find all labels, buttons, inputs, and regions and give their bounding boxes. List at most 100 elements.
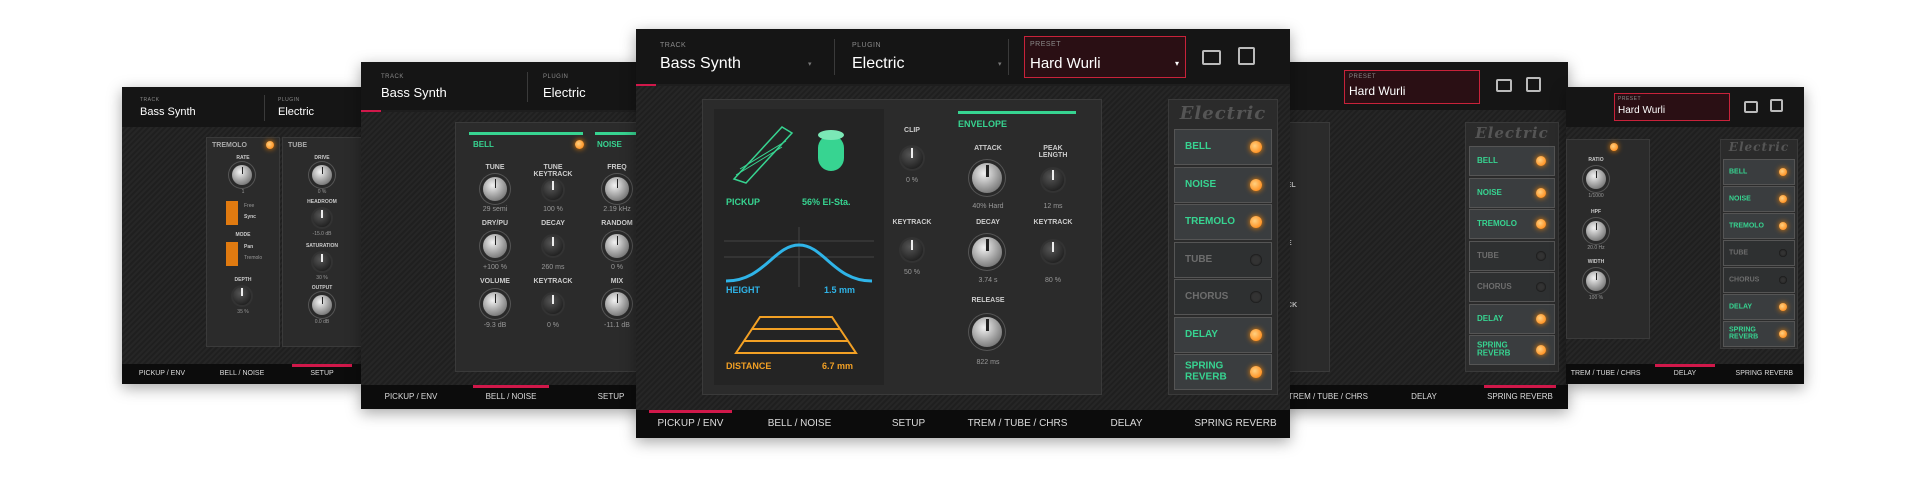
effect-label: TUBE — [1477, 250, 1499, 260]
effect-label: NOISE — [1185, 178, 1217, 190]
effect-toggle-chorus[interactable]: CHORUS — [1174, 279, 1272, 315]
effect-label: DELAY — [1185, 328, 1218, 340]
effect-toggle-tube[interactable]: TUBE — [1723, 240, 1795, 266]
effect-label: BELL — [1729, 168, 1748, 176]
tab-bell-noise[interactable]: BELL / NOISE — [202, 364, 282, 384]
effect-toggle-bell[interactable]: BELL — [1174, 129, 1272, 165]
pickup-keytrack-knob[interactable] — [901, 239, 923, 261]
tab-trem-tube-chrs[interactable]: TREM / TUBE / CHRS — [1566, 364, 1645, 384]
attack-knob[interactable] — [972, 163, 1002, 193]
env-keytrack-label: KEYTRACK — [1033, 219, 1073, 226]
tab-trem-tube-chrs[interactable]: TREM / TUBE / CHRS — [963, 410, 1072, 438]
effect-toggle-spring-reverb[interactable]: SPRING REVERB — [1174, 354, 1272, 390]
track-label: TRACK — [140, 97, 160, 103]
effect-label: TUBE — [1729, 249, 1749, 257]
effect-toggle-spring-reverb[interactable]: SPRING REVERB — [1723, 321, 1795, 347]
release-knob[interactable] — [972, 317, 1002, 347]
distance-value: 6.7 mm — [822, 361, 854, 371]
led-on-icon — [1250, 328, 1262, 341]
pickup-keytrack-value: 50 % — [904, 269, 920, 276]
led-on-icon — [1536, 345, 1546, 355]
output-knob[interactable] — [312, 295, 332, 315]
bell-section: BELL TUNE 29 semi TUNE KEYTRACK 100 % DR… — [455, 122, 661, 372]
plugin-value[interactable]: Electric — [852, 55, 904, 73]
drive-knob[interactable] — [312, 165, 332, 185]
led-on-icon — [1536, 313, 1546, 324]
tab-pickup-env[interactable]: PICKUP / ENV — [636, 410, 745, 438]
led-on-icon — [1779, 222, 1787, 230]
release-value: 822 ms — [976, 359, 1000, 366]
track-value[interactable]: Bass Synth — [140, 106, 196, 118]
tab-delay[interactable]: DELAY — [1072, 410, 1181, 438]
peak-length-value: 12 ms — [1043, 203, 1063, 210]
tab-delay[interactable]: DELAY — [1376, 385, 1472, 409]
effect-toggle-bell[interactable]: BELL — [1723, 159, 1795, 185]
tab-pickup-env[interactable]: PICKUP / ENV — [361, 385, 461, 409]
effect-toggle-tremolo[interactable]: TREMOLO — [1723, 213, 1795, 239]
save-icon[interactable] — [1526, 77, 1541, 92]
effect-toggle-noise[interactable]: NOISE — [1174, 166, 1272, 203]
track-label: TRACK — [660, 42, 687, 49]
effect-toggle-delay[interactable]: DELAY — [1723, 294, 1795, 320]
tab-bar: PICKUP / ENV BELL / NOISE SETUP TREM / T… — [636, 410, 1290, 438]
clip-value: 0 % — [905, 177, 919, 184]
folder-icon[interactable] — [1744, 101, 1758, 113]
pickup-material: 56% El-Sta. — [802, 197, 851, 207]
effect-toggle-delay[interactable]: DELAY — [1469, 303, 1555, 334]
effect-toggle-noise[interactable]: NOISE — [1723, 186, 1795, 212]
effect-label: SPRING REVERB — [1477, 340, 1511, 358]
effect-toggle-chorus[interactable]: CHORUS — [1469, 272, 1555, 302]
effect-toggle-tremolo[interactable]: TREMOLO — [1469, 209, 1555, 239]
rate-knob[interactable] — [232, 165, 252, 185]
effect-label: BELL — [1477, 155, 1498, 165]
effect-label: DELAY — [1477, 313, 1504, 323]
effect-label: CHORUS — [1185, 290, 1229, 302]
folder-icon[interactable] — [1202, 50, 1221, 65]
effects-list: Electric BELL NOISE TREMOLO TUBE CHORUS DELAY… — [1168, 99, 1278, 395]
decay-knob[interactable] — [972, 237, 1002, 267]
peak-length-knob[interactable] — [1042, 169, 1064, 191]
track-value[interactable]: Bass Synth — [660, 55, 741, 73]
folder-icon[interactable] — [1496, 79, 1512, 92]
led-on-icon — [1779, 168, 1787, 176]
distance-graphic — [734, 316, 858, 354]
tab-setup[interactable]: SETUP — [282, 364, 362, 384]
preset-selector[interactable]: PRESET Hard Wurli ▾ — [1024, 36, 1186, 78]
screenshot-far-left: TRACK Bass Synth PLUGIN Electric TREMOLO… — [122, 87, 362, 384]
release-label: RELEASE — [971, 297, 1005, 304]
tab-setup[interactable]: SETUP — [854, 410, 963, 438]
tab-spring-reverb[interactable]: SPRING REVERB — [1725, 364, 1804, 384]
tab-spring-reverb[interactable]: SPRING REVERB — [1472, 385, 1568, 409]
led-on-icon — [1250, 216, 1262, 228]
tab-delay[interactable]: DELAY — [1645, 364, 1724, 384]
env-keytrack-knob[interactable] — [1042, 241, 1064, 263]
led-off-icon — [1536, 282, 1546, 292]
electric-logo: Electric — [1179, 103, 1267, 124]
effect-toggle-tremolo[interactable]: TREMOLO — [1174, 204, 1272, 240]
save-icon[interactable] — [1238, 47, 1255, 65]
attack-value: 40% Hard — [972, 203, 1004, 210]
effect-label: TREMOLO — [1729, 222, 1764, 230]
tab-bell-noise[interactable]: BELL / NOISE — [461, 385, 561, 409]
effect-toggle-delay[interactable]: DELAY — [1174, 316, 1272, 353]
tab-spring-reverb[interactable]: SPRING REVERB — [1181, 410, 1290, 438]
save-icon[interactable] — [1770, 99, 1783, 112]
effect-toggle-bell[interactable]: BELL — [1469, 146, 1555, 176]
effect-toggle-tube[interactable]: TUBE — [1469, 240, 1555, 271]
effect-label: DELAY — [1729, 303, 1753, 311]
tab-pickup-env[interactable]: PICKUP / ENV — [122, 364, 202, 384]
screenshot-right: PRESET Hard Wurli VEL NE ACK Electric BE… — [1280, 62, 1568, 409]
led-off-icon — [1779, 276, 1787, 284]
effect-toggle-tube[interactable]: TUBE — [1174, 241, 1272, 278]
tab-bell-noise[interactable]: BELL / NOISE — [745, 410, 854, 438]
effect-label: SPRING REVERB — [1729, 326, 1759, 341]
effect-toggle-chorus[interactable]: CHORUS — [1723, 267, 1795, 293]
depth-knob[interactable] — [233, 287, 251, 305]
height-label: HEIGHT — [726, 285, 761, 295]
clip-knob[interactable] — [901, 147, 923, 169]
plugin-value[interactable]: Electric — [278, 106, 314, 118]
effect-toggle-spring-reverb[interactable]: SPRING REVERB — [1469, 335, 1555, 365]
pickup-label: PICKUP — [726, 197, 761, 207]
tab-trem-tube-chrs[interactable]: TREM / TUBE / CHRS — [1280, 385, 1376, 409]
effect-toggle-noise[interactable]: NOISE — [1469, 177, 1555, 208]
